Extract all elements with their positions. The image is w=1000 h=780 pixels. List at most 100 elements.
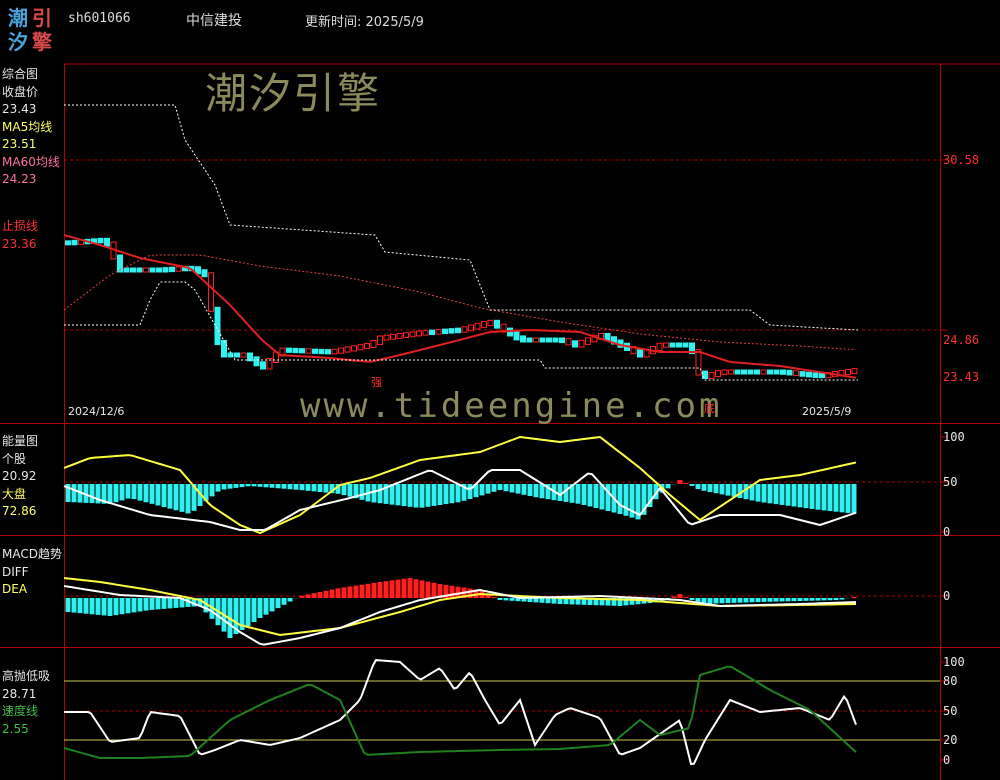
macd-bar: [533, 598, 539, 603]
energy-bar: [845, 484, 851, 513]
macd-bar: [425, 581, 431, 598]
candle: [208, 272, 214, 312]
candle: [812, 372, 819, 379]
candle: [390, 333, 396, 340]
kdj-level-100: 100: [943, 655, 965, 669]
candle: [546, 337, 552, 343]
energy-stock-label: 个股: [2, 451, 27, 466]
energy-bar: [773, 484, 779, 505]
macd-bar: [683, 597, 689, 598]
speed-label: 速度线: [2, 704, 39, 718]
macd-bar: [149, 598, 155, 610]
candle: [65, 240, 71, 246]
macd-bar: [827, 598, 833, 601]
candle: [819, 373, 825, 379]
energy-bar: [713, 484, 719, 494]
energy-bar: [575, 484, 581, 504]
macd-bar: [263, 598, 269, 615]
candle: [552, 337, 559, 343]
candle: [175, 266, 182, 272]
energy-bar: [701, 484, 707, 491]
energy-bar: [371, 484, 377, 503]
macd-bar: [509, 598, 515, 601]
energy-bar: [665, 484, 671, 489]
macd-bar: [677, 594, 683, 598]
candle: [559, 337, 565, 344]
macd-bar: [713, 598, 719, 604]
energy-bar: [263, 484, 269, 488]
energy-bar: [815, 484, 821, 510]
energy-bar: [323, 484, 329, 493]
energy-bar: [257, 484, 263, 487]
energy-market-label: 大盘: [2, 486, 27, 501]
energy-bar: [533, 484, 539, 498]
macd-bar: [431, 582, 437, 598]
macd-bar: [761, 598, 767, 602]
macd-bar: [731, 598, 737, 603]
energy-bar: [377, 484, 383, 504]
energy-bar: [425, 484, 431, 507]
macd-level-0: 0: [943, 589, 951, 603]
macd-bar: [809, 598, 815, 601]
ma60-value: 24.23: [2, 172, 37, 186]
macd-bar: [287, 598, 293, 602]
macd-bar: [245, 598, 251, 626]
candle: [481, 321, 487, 328]
macd-bar: [797, 598, 803, 601]
upper-band: [64, 104, 859, 331]
candle: [97, 237, 104, 244]
candle: [741, 369, 747, 375]
candle: [156, 267, 162, 273]
energy-bar: [305, 484, 311, 491]
candle: [201, 269, 208, 278]
energy-bar: [791, 484, 797, 507]
macd-bar: [449, 585, 455, 598]
macd-bar: [359, 584, 365, 598]
macd-bar: [725, 598, 731, 604]
candle: [695, 349, 702, 376]
energy-bar: [509, 484, 515, 493]
macd-bar: [413, 579, 419, 598]
kdj-level-50: 50: [943, 704, 958, 718]
kdj-value: 28.71: [2, 686, 37, 701]
candle: [357, 344, 364, 351]
energy-bar: [227, 484, 233, 489]
energy-bar: [215, 484, 221, 492]
energy-bar: [413, 484, 419, 508]
candle: [533, 337, 539, 343]
candle: [130, 267, 136, 273]
energy-bar: [419, 484, 425, 508]
candle: [364, 343, 370, 350]
energy-bar: [623, 484, 629, 516]
main-panel-title: 综合图: [2, 67, 39, 81]
macd-bar: [803, 598, 809, 601]
candle: [136, 267, 143, 273]
energy-bar: [839, 484, 845, 513]
energy-bar: [491, 484, 497, 492]
candle: [851, 368, 858, 375]
macd-panel-legend: MACD趋势 DIFF DEA: [2, 546, 62, 599]
energy-bar: [683, 483, 689, 484]
candle: [767, 369, 773, 375]
macd-bar: [305, 594, 311, 598]
url-watermark: www.tideengine.com: [300, 386, 723, 426]
energy-bar: [149, 484, 155, 504]
candle: [455, 327, 461, 334]
energy-bar: [185, 484, 191, 514]
energy-bar: [725, 484, 731, 496]
ma5-line: [63, 234, 857, 379]
macd-bar: [503, 598, 509, 601]
energy-bar: [155, 484, 161, 506]
kdj-panel: [63, 659, 857, 766]
macd-bar: [335, 588, 341, 598]
candle: [162, 267, 169, 273]
brand-watermark: 潮汐引擎: [205, 69, 382, 118]
energy-bar: [125, 484, 131, 499]
candle: [286, 347, 292, 353]
energy-bar: [707, 484, 713, 492]
energy-bar: [167, 484, 173, 509]
energy-bar: [401, 484, 407, 507]
energy-bar: [347, 484, 353, 497]
energy-bar: [449, 484, 455, 504]
macd-bar: [389, 580, 395, 598]
